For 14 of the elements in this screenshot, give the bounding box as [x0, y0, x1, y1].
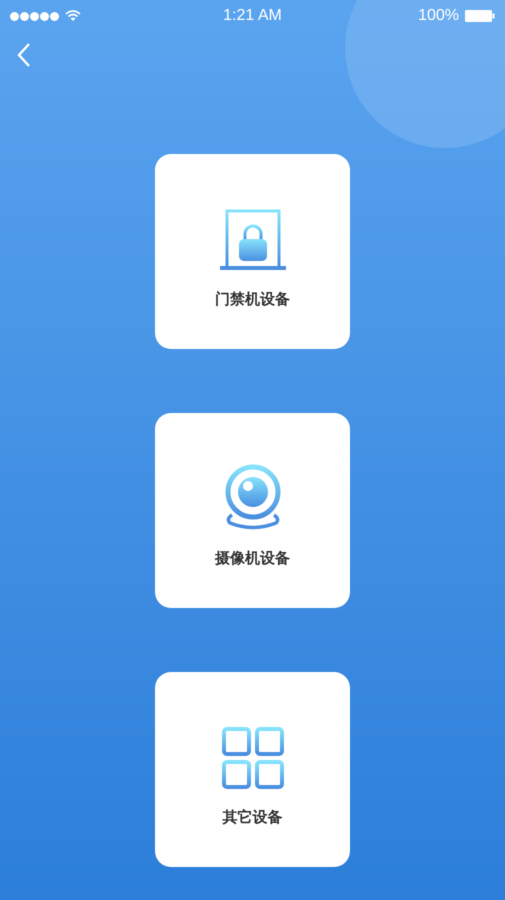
signal-icon — [10, 12, 59, 20]
device-card[interactable]: 其它设备 — [155, 672, 350, 867]
device-card[interactable]: 门禁机设备 — [155, 154, 350, 349]
battery-icon — [465, 9, 495, 23]
grid-icon — [222, 726, 284, 788]
status-time: 1:21 AM — [222, 6, 283, 26]
webcam-icon — [224, 464, 282, 530]
device-label: 摄像机设备 — [215, 548, 290, 568]
padlock-door-icon — [218, 208, 286, 270]
device-label: 其它设备 — [222, 808, 282, 828]
device-label: 门禁机设备 — [215, 290, 290, 310]
wifi-icon — [65, 10, 81, 22]
device-card[interactable]: 摄像机设备 — [155, 413, 350, 608]
battery-percent: 100% — [418, 6, 459, 26]
